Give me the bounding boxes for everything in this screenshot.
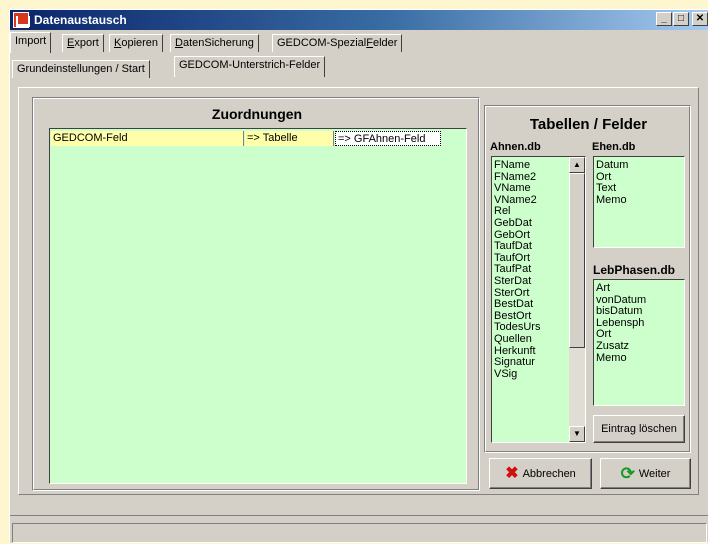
column-gfahnen-feld[interactable]: => GFAhnen-Feld <box>335 131 441 146</box>
lebphasen-list[interactable]: Art vonDatum bisDatum Lebensph Ort Zusatz Memo <box>593 279 685 406</box>
datenaustausch-window: Datenaustausch _ □ ✕ Import Export Kopie… <box>9 9 708 543</box>
zuordnungen-group: Zuordnungen GEDCOM-Feld => Tabelle => GF… <box>32 97 480 491</box>
minimize-button[interactable]: _ <box>656 12 672 26</box>
tabellen-group: Tabellen / Felder Ahnen.db FName FName2 VN… <box>484 105 691 453</box>
cancel-button[interactable]: ✖ Abbrechen <box>489 458 592 489</box>
tab-export[interactable]: Export <box>62 34 104 52</box>
list-item[interactable]: BestDat <box>492 299 570 311</box>
list-item[interactable]: VSig <box>492 368 570 381</box>
list-item[interactable]: Art <box>594 282 646 295</box>
ahnen-list[interactable]: FName FName2 VName VName2 Rel GebDat GebOrt Tau… <box>491 156 586 443</box>
list-item[interactable]: Datum <box>594 159 628 172</box>
sub-tab-row: Grundeinstellungen / Start GEDCOM-Unters… <box>10 56 708 78</box>
list-item[interactable]: Memo <box>594 352 646 365</box>
zuordnungen-grid[interactable]: GEDCOM-Feld => Tabelle => GFAhnen-Feld <box>49 128 467 484</box>
column-gedcom-feld[interactable]: GEDCOM-Feld <box>51 131 244 146</box>
title-bar[interactable]: Datenaustausch _ □ ✕ <box>10 10 708 30</box>
scroll-thumb[interactable] <box>569 173 585 348</box>
maximize-button[interactable]: □ <box>673 12 689 26</box>
tab-gedcom-unterstrich[interactable]: GEDCOM-Unterstrich-Felder <box>174 56 326 77</box>
close-button[interactable]: ✕ <box>692 12 708 26</box>
tab-import[interactable]: Import <box>10 32 52 53</box>
lebphasen-db-label: LebPhasen.db <box>593 263 676 277</box>
ahnen-db-label: Ahnen.db <box>490 141 541 153</box>
tabellen-title: Tabellen / Felder <box>529 116 648 133</box>
refresh-icon: ⟳ <box>620 463 635 483</box>
x-icon: ✖ <box>505 464 519 482</box>
main-tab-row: Import Export Kopieren DatenSicherung GE… <box>10 32 708 53</box>
list-item[interactable]: Memo <box>594 194 628 207</box>
list-item[interactable]: FName <box>492 159 570 172</box>
tab-datensicherung[interactable]: DatenSicherung <box>170 34 259 52</box>
ahnen-scrollbar[interactable]: ▲ ▼ <box>569 157 585 442</box>
list-item[interactable]: TaufDat <box>492 241 570 253</box>
next-button[interactable]: ⟳ Weiter <box>600 458 691 489</box>
scroll-down-icon[interactable]: ▼ <box>569 426 585 442</box>
column-tabelle[interactable]: => Tabelle <box>245 131 334 146</box>
window-title: Datenaustausch <box>34 13 127 27</box>
list-item[interactable]: Zusatz <box>594 340 646 353</box>
eintrag-loeschen-button[interactable]: Eintrag löschen <box>593 415 685 443</box>
scroll-up-icon[interactable]: ▲ <box>569 157 585 173</box>
ehen-list[interactable]: Datum Ort Text Memo <box>593 156 685 248</box>
tab-gedcom-spezialfelder[interactable]: GEDCOM-SpezialFelder <box>272 34 403 52</box>
list-item[interactable]: GebDat <box>492 217 570 230</box>
tab-grundeinstellungen[interactable]: Grundeinstellungen / Start <box>12 60 150 78</box>
status-panel <box>12 523 707 543</box>
app-icon <box>13 12 30 28</box>
list-item[interactable]: Signatur <box>492 356 570 369</box>
zuordnungen-title: Zuordnungen <box>211 106 303 122</box>
list-item[interactable]: SterDat <box>492 275 570 288</box>
ehen-db-label: Ehen.db <box>592 141 636 153</box>
status-bar <box>10 515 708 544</box>
list-item[interactable]: Quellen <box>492 333 570 346</box>
tab-kopieren[interactable]: Kopieren <box>109 34 164 52</box>
